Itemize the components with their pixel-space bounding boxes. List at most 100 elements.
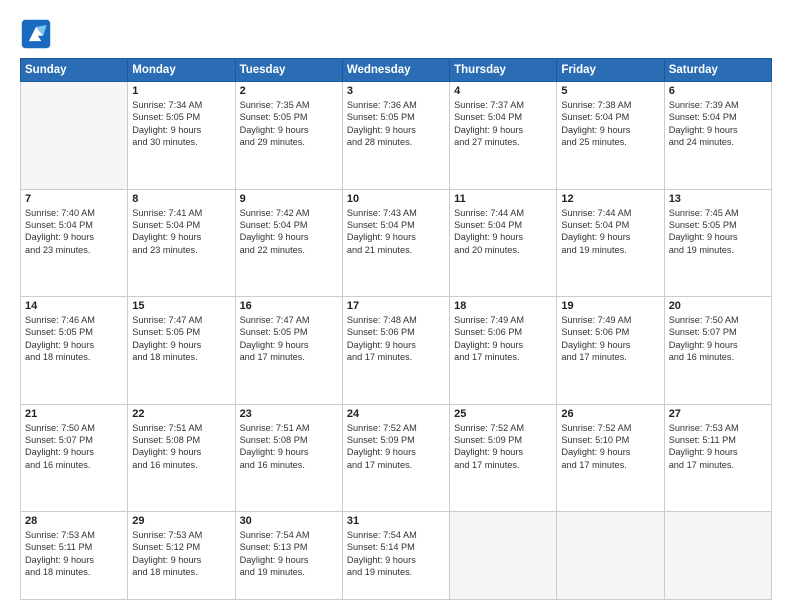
cell-line: Daylight: 9 hours — [132, 231, 230, 243]
cell-line: Sunrise: 7:48 AM — [347, 314, 445, 326]
cell-line: Sunrise: 7:52 AM — [347, 422, 445, 434]
cell-line: and 25 minutes. — [561, 136, 659, 148]
day-header-wednesday: Wednesday — [342, 59, 449, 82]
calendar-body: 1Sunrise: 7:34 AMSunset: 5:05 PMDaylight… — [21, 82, 772, 600]
cell-line: Sunset: 5:04 PM — [669, 111, 767, 123]
day-header-tuesday: Tuesday — [235, 59, 342, 82]
calendar-cell: 18Sunrise: 7:49 AMSunset: 5:06 PMDayligh… — [450, 297, 557, 405]
cell-line: Sunrise: 7:49 AM — [454, 314, 552, 326]
calendar-cell: 3Sunrise: 7:36 AMSunset: 5:05 PMDaylight… — [342, 82, 449, 190]
day-number: 8 — [132, 193, 230, 205]
cell-line: Sunset: 5:05 PM — [240, 111, 338, 123]
cell-line: Daylight: 9 hours — [25, 231, 123, 243]
day-number: 2 — [240, 85, 338, 97]
calendar-cell: 12Sunrise: 7:44 AMSunset: 5:04 PMDayligh… — [557, 189, 664, 297]
calendar-cell: 7Sunrise: 7:40 AMSunset: 5:04 PMDaylight… — [21, 189, 128, 297]
cell-line: Sunset: 5:07 PM — [25, 434, 123, 446]
cell-line: and 17 minutes. — [347, 459, 445, 471]
cell-line: Sunrise: 7:36 AM — [347, 99, 445, 111]
calendar-cell: 6Sunrise: 7:39 AMSunset: 5:04 PMDaylight… — [664, 82, 771, 190]
cell-line: Daylight: 9 hours — [669, 124, 767, 136]
cell-line: Sunset: 5:06 PM — [347, 326, 445, 338]
cell-line: and 27 minutes. — [454, 136, 552, 148]
cell-line: and 19 minutes. — [347, 566, 445, 578]
cell-line: and 30 minutes. — [132, 136, 230, 148]
calendar-cell: 29Sunrise: 7:53 AMSunset: 5:12 PMDayligh… — [128, 512, 235, 600]
cell-line: Daylight: 9 hours — [347, 231, 445, 243]
calendar-cell: 1Sunrise: 7:34 AMSunset: 5:05 PMDaylight… — [128, 82, 235, 190]
calendar-cell: 2Sunrise: 7:35 AMSunset: 5:05 PMDaylight… — [235, 82, 342, 190]
cell-line: and 20 minutes. — [454, 244, 552, 256]
day-number: 4 — [454, 85, 552, 97]
day-number: 24 — [347, 408, 445, 420]
calendar-cell: 15Sunrise: 7:47 AMSunset: 5:05 PMDayligh… — [128, 297, 235, 405]
calendar-cell — [21, 82, 128, 190]
day-number: 21 — [25, 408, 123, 420]
calendar-cell: 16Sunrise: 7:47 AMSunset: 5:05 PMDayligh… — [235, 297, 342, 405]
cell-line: Sunset: 5:09 PM — [347, 434, 445, 446]
day-number: 9 — [240, 193, 338, 205]
cell-line: Daylight: 9 hours — [669, 446, 767, 458]
cell-line: Sunrise: 7:44 AM — [454, 207, 552, 219]
cell-line: Sunrise: 7:52 AM — [561, 422, 659, 434]
page: SundayMondayTuesdayWednesdayThursdayFrid… — [0, 0, 792, 612]
calendar-cell: 30Sunrise: 7:54 AMSunset: 5:13 PMDayligh… — [235, 512, 342, 600]
cell-line: and 18 minutes. — [132, 351, 230, 363]
calendar-week-2: 7Sunrise: 7:40 AMSunset: 5:04 PMDaylight… — [21, 189, 772, 297]
calendar-cell: 5Sunrise: 7:38 AMSunset: 5:04 PMDaylight… — [557, 82, 664, 190]
cell-line: Sunrise: 7:39 AM — [669, 99, 767, 111]
cell-line: Daylight: 9 hours — [240, 446, 338, 458]
cell-line: Sunset: 5:04 PM — [240, 219, 338, 231]
cell-line: Sunrise: 7:47 AM — [240, 314, 338, 326]
calendar-header-row: SundayMondayTuesdayWednesdayThursdayFrid… — [21, 59, 772, 82]
cell-line: Sunset: 5:09 PM — [454, 434, 552, 446]
cell-line: and 17 minutes. — [454, 459, 552, 471]
cell-line: Daylight: 9 hours — [561, 124, 659, 136]
day-number: 10 — [347, 193, 445, 205]
calendar-cell: 22Sunrise: 7:51 AMSunset: 5:08 PMDayligh… — [128, 404, 235, 512]
calendar-week-5: 28Sunrise: 7:53 AMSunset: 5:11 PMDayligh… — [21, 512, 772, 600]
cell-line: Daylight: 9 hours — [347, 446, 445, 458]
calendar-week-1: 1Sunrise: 7:34 AMSunset: 5:05 PMDaylight… — [21, 82, 772, 190]
calendar-week-4: 21Sunrise: 7:50 AMSunset: 5:07 PMDayligh… — [21, 404, 772, 512]
cell-line: Sunset: 5:05 PM — [669, 219, 767, 231]
calendar-cell: 28Sunrise: 7:53 AMSunset: 5:11 PMDayligh… — [21, 512, 128, 600]
cell-line: and 23 minutes. — [25, 244, 123, 256]
cell-line: Daylight: 9 hours — [454, 124, 552, 136]
cell-line: Daylight: 9 hours — [454, 231, 552, 243]
cell-line: and 17 minutes. — [561, 351, 659, 363]
cell-line: Sunrise: 7:37 AM — [454, 99, 552, 111]
cell-line: Sunset: 5:04 PM — [561, 219, 659, 231]
day-number: 16 — [240, 300, 338, 312]
calendar-cell: 13Sunrise: 7:45 AMSunset: 5:05 PMDayligh… — [664, 189, 771, 297]
day-header-friday: Friday — [557, 59, 664, 82]
cell-line: Sunrise: 7:40 AM — [25, 207, 123, 219]
cell-line: Sunset: 5:04 PM — [347, 219, 445, 231]
day-header-sunday: Sunday — [21, 59, 128, 82]
day-number: 22 — [132, 408, 230, 420]
cell-line: Sunset: 5:04 PM — [132, 219, 230, 231]
day-number: 30 — [240, 515, 338, 527]
cell-line: Daylight: 9 hours — [669, 231, 767, 243]
cell-line: Sunrise: 7:53 AM — [132, 529, 230, 541]
cell-line: Sunrise: 7:53 AM — [25, 529, 123, 541]
cell-line: and 19 minutes. — [669, 244, 767, 256]
day-number: 23 — [240, 408, 338, 420]
cell-line: and 16 minutes. — [669, 351, 767, 363]
day-number: 20 — [669, 300, 767, 312]
cell-line: and 17 minutes. — [561, 459, 659, 471]
day-header-thursday: Thursday — [450, 59, 557, 82]
cell-line: and 19 minutes. — [240, 566, 338, 578]
calendar-cell: 10Sunrise: 7:43 AMSunset: 5:04 PMDayligh… — [342, 189, 449, 297]
cell-line: Sunset: 5:04 PM — [25, 219, 123, 231]
cell-line: Sunrise: 7:51 AM — [132, 422, 230, 434]
day-number: 15 — [132, 300, 230, 312]
cell-line: and 19 minutes. — [561, 244, 659, 256]
calendar-week-3: 14Sunrise: 7:46 AMSunset: 5:05 PMDayligh… — [21, 297, 772, 405]
day-number: 11 — [454, 193, 552, 205]
day-header-saturday: Saturday — [664, 59, 771, 82]
cell-line: Daylight: 9 hours — [669, 339, 767, 351]
logo — [20, 18, 56, 50]
cell-line: Sunset: 5:04 PM — [561, 111, 659, 123]
cell-line: Daylight: 9 hours — [25, 339, 123, 351]
